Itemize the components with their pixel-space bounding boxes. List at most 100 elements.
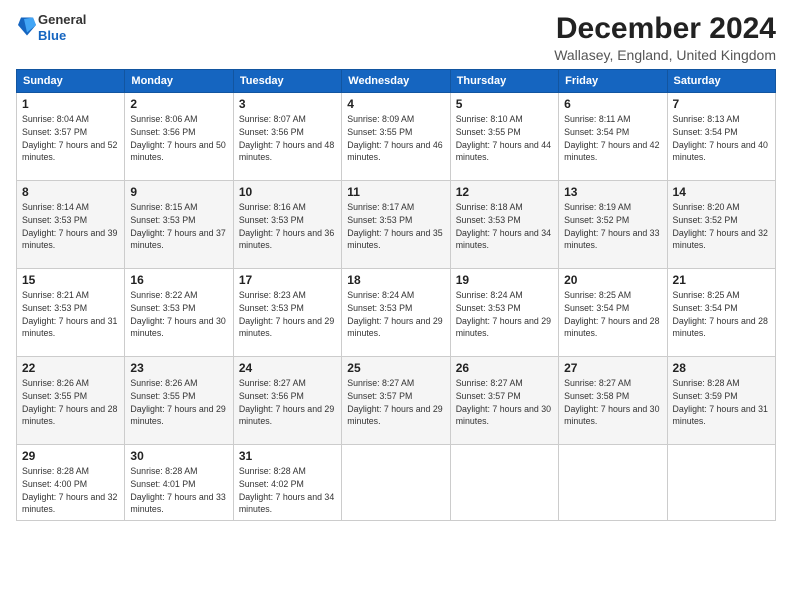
day-detail: Sunrise: 8:25 AM Sunset: 3:54 PM Dayligh… — [564, 289, 661, 340]
col-monday: Monday — [125, 70, 233, 93]
day-number: 3 — [239, 97, 336, 111]
day-detail: Sunrise: 8:09 AM Sunset: 3:55 PM Dayligh… — [347, 113, 444, 164]
col-wednesday: Wednesday — [342, 70, 450, 93]
day-detail: Sunrise: 8:28 AM Sunset: 4:02 PM Dayligh… — [239, 465, 336, 516]
calendar-cell: 24 Sunrise: 8:27 AM Sunset: 3:56 PM Dayl… — [233, 357, 341, 445]
calendar-cell: 10 Sunrise: 8:16 AM Sunset: 3:53 PM Dayl… — [233, 181, 341, 269]
day-number: 20 — [564, 273, 661, 287]
logo-text: General Blue — [38, 12, 86, 43]
day-number: 31 — [239, 449, 336, 463]
calendar-cell: 19 Sunrise: 8:24 AM Sunset: 3:53 PM Dayl… — [450, 269, 558, 357]
day-detail: Sunrise: 8:28 AM Sunset: 4:00 PM Dayligh… — [22, 465, 119, 516]
day-number: 26 — [456, 361, 553, 375]
calendar-cell: 31 Sunrise: 8:28 AM Sunset: 4:02 PM Dayl… — [233, 445, 341, 521]
day-number: 27 — [564, 361, 661, 375]
day-detail: Sunrise: 8:13 AM Sunset: 3:54 PM Dayligh… — [673, 113, 770, 164]
location: Wallasey, England, United Kingdom — [554, 47, 776, 63]
day-detail: Sunrise: 8:19 AM Sunset: 3:52 PM Dayligh… — [564, 201, 661, 252]
day-number: 14 — [673, 185, 770, 199]
day-detail: Sunrise: 8:10 AM Sunset: 3:55 PM Dayligh… — [456, 113, 553, 164]
calendar-table: Sunday Monday Tuesday Wednesday Thursday… — [16, 69, 776, 521]
calendar-cell — [342, 445, 450, 521]
calendar-cell: 28 Sunrise: 8:28 AM Sunset: 3:59 PM Dayl… — [667, 357, 775, 445]
logo-blue: Blue — [38, 28, 66, 43]
calendar-cell: 13 Sunrise: 8:19 AM Sunset: 3:52 PM Dayl… — [559, 181, 667, 269]
page: General Blue December 2024 Wallasey, Eng… — [0, 0, 792, 612]
day-number: 25 — [347, 361, 444, 375]
day-detail: Sunrise: 8:28 AM Sunset: 3:59 PM Dayligh… — [673, 377, 770, 428]
day-number: 21 — [673, 273, 770, 287]
day-number: 2 — [130, 97, 227, 111]
calendar-cell: 4 Sunrise: 8:09 AM Sunset: 3:55 PM Dayli… — [342, 93, 450, 181]
logo: General Blue — [16, 12, 86, 43]
calendar-cell: 30 Sunrise: 8:28 AM Sunset: 4:01 PM Dayl… — [125, 445, 233, 521]
calendar-cell: 29 Sunrise: 8:28 AM Sunset: 4:00 PM Dayl… — [17, 445, 125, 521]
calendar-cell: 14 Sunrise: 8:20 AM Sunset: 3:52 PM Dayl… — [667, 181, 775, 269]
day-detail: Sunrise: 8:22 AM Sunset: 3:53 PM Dayligh… — [130, 289, 227, 340]
day-detail: Sunrise: 8:18 AM Sunset: 3:53 PM Dayligh… — [456, 201, 553, 252]
day-detail: Sunrise: 8:25 AM Sunset: 3:54 PM Dayligh… — [673, 289, 770, 340]
calendar-cell: 16 Sunrise: 8:22 AM Sunset: 3:53 PM Dayl… — [125, 269, 233, 357]
day-detail: Sunrise: 8:04 AM Sunset: 3:57 PM Dayligh… — [22, 113, 119, 164]
col-saturday: Saturday — [667, 70, 775, 93]
calendar-cell: 18 Sunrise: 8:24 AM Sunset: 3:53 PM Dayl… — [342, 269, 450, 357]
day-detail: Sunrise: 8:23 AM Sunset: 3:53 PM Dayligh… — [239, 289, 336, 340]
day-number: 9 — [130, 185, 227, 199]
day-detail: Sunrise: 8:26 AM Sunset: 3:55 PM Dayligh… — [130, 377, 227, 428]
day-number: 4 — [347, 97, 444, 111]
day-number: 11 — [347, 185, 444, 199]
calendar-cell — [450, 445, 558, 521]
day-detail: Sunrise: 8:17 AM Sunset: 3:53 PM Dayligh… — [347, 201, 444, 252]
day-number: 8 — [22, 185, 119, 199]
calendar-cell: 22 Sunrise: 8:26 AM Sunset: 3:55 PM Dayl… — [17, 357, 125, 445]
calendar-cell: 25 Sunrise: 8:27 AM Sunset: 3:57 PM Dayl… — [342, 357, 450, 445]
day-number: 29 — [22, 449, 119, 463]
day-number: 28 — [673, 361, 770, 375]
calendar-cell: 11 Sunrise: 8:17 AM Sunset: 3:53 PM Dayl… — [342, 181, 450, 269]
logo-general: General — [38, 12, 86, 27]
day-detail: Sunrise: 8:20 AM Sunset: 3:52 PM Dayligh… — [673, 201, 770, 252]
day-number: 12 — [456, 185, 553, 199]
day-detail: Sunrise: 8:15 AM Sunset: 3:53 PM Dayligh… — [130, 201, 227, 252]
calendar-cell: 23 Sunrise: 8:26 AM Sunset: 3:55 PM Dayl… — [125, 357, 233, 445]
day-detail: Sunrise: 8:26 AM Sunset: 3:55 PM Dayligh… — [22, 377, 119, 428]
day-detail: Sunrise: 8:24 AM Sunset: 3:53 PM Dayligh… — [456, 289, 553, 340]
logo-icon — [18, 14, 36, 36]
day-number: 1 — [22, 97, 119, 111]
day-number: 15 — [22, 273, 119, 287]
calendar-header-row: Sunday Monday Tuesday Wednesday Thursday… — [17, 70, 776, 93]
calendar-cell — [559, 445, 667, 521]
day-detail: Sunrise: 8:24 AM Sunset: 3:53 PM Dayligh… — [347, 289, 444, 340]
calendar-cell: 27 Sunrise: 8:27 AM Sunset: 3:58 PM Dayl… — [559, 357, 667, 445]
day-number: 6 — [564, 97, 661, 111]
calendar-cell: 5 Sunrise: 8:10 AM Sunset: 3:55 PM Dayli… — [450, 93, 558, 181]
day-detail: Sunrise: 8:27 AM Sunset: 3:58 PM Dayligh… — [564, 377, 661, 428]
calendar-cell: 9 Sunrise: 8:15 AM Sunset: 3:53 PM Dayli… — [125, 181, 233, 269]
day-detail: Sunrise: 8:27 AM Sunset: 3:57 PM Dayligh… — [347, 377, 444, 428]
day-detail: Sunrise: 8:14 AM Sunset: 3:53 PM Dayligh… — [22, 201, 119, 252]
calendar-cell: 2 Sunrise: 8:06 AM Sunset: 3:56 PM Dayli… — [125, 93, 233, 181]
day-number: 13 — [564, 185, 661, 199]
header: General Blue December 2024 Wallasey, Eng… — [16, 12, 776, 63]
day-number: 7 — [673, 97, 770, 111]
calendar-cell — [667, 445, 775, 521]
day-detail: Sunrise: 8:27 AM Sunset: 3:56 PM Dayligh… — [239, 377, 336, 428]
day-detail: Sunrise: 8:16 AM Sunset: 3:53 PM Dayligh… — [239, 201, 336, 252]
day-number: 19 — [456, 273, 553, 287]
calendar-cell: 1 Sunrise: 8:04 AM Sunset: 3:57 PM Dayli… — [17, 93, 125, 181]
day-detail: Sunrise: 8:07 AM Sunset: 3:56 PM Dayligh… — [239, 113, 336, 164]
day-number: 17 — [239, 273, 336, 287]
calendar-cell: 7 Sunrise: 8:13 AM Sunset: 3:54 PM Dayli… — [667, 93, 775, 181]
calendar-cell: 12 Sunrise: 8:18 AM Sunset: 3:53 PM Dayl… — [450, 181, 558, 269]
day-detail: Sunrise: 8:11 AM Sunset: 3:54 PM Dayligh… — [564, 113, 661, 164]
day-number: 10 — [239, 185, 336, 199]
col-friday: Friday — [559, 70, 667, 93]
col-sunday: Sunday — [17, 70, 125, 93]
calendar-cell: 8 Sunrise: 8:14 AM Sunset: 3:53 PM Dayli… — [17, 181, 125, 269]
month-title: December 2024 — [554, 12, 776, 45]
day-number: 30 — [130, 449, 227, 463]
day-number: 16 — [130, 273, 227, 287]
day-number: 24 — [239, 361, 336, 375]
day-detail: Sunrise: 8:28 AM Sunset: 4:01 PM Dayligh… — [130, 465, 227, 516]
calendar-cell: 17 Sunrise: 8:23 AM Sunset: 3:53 PM Dayl… — [233, 269, 341, 357]
